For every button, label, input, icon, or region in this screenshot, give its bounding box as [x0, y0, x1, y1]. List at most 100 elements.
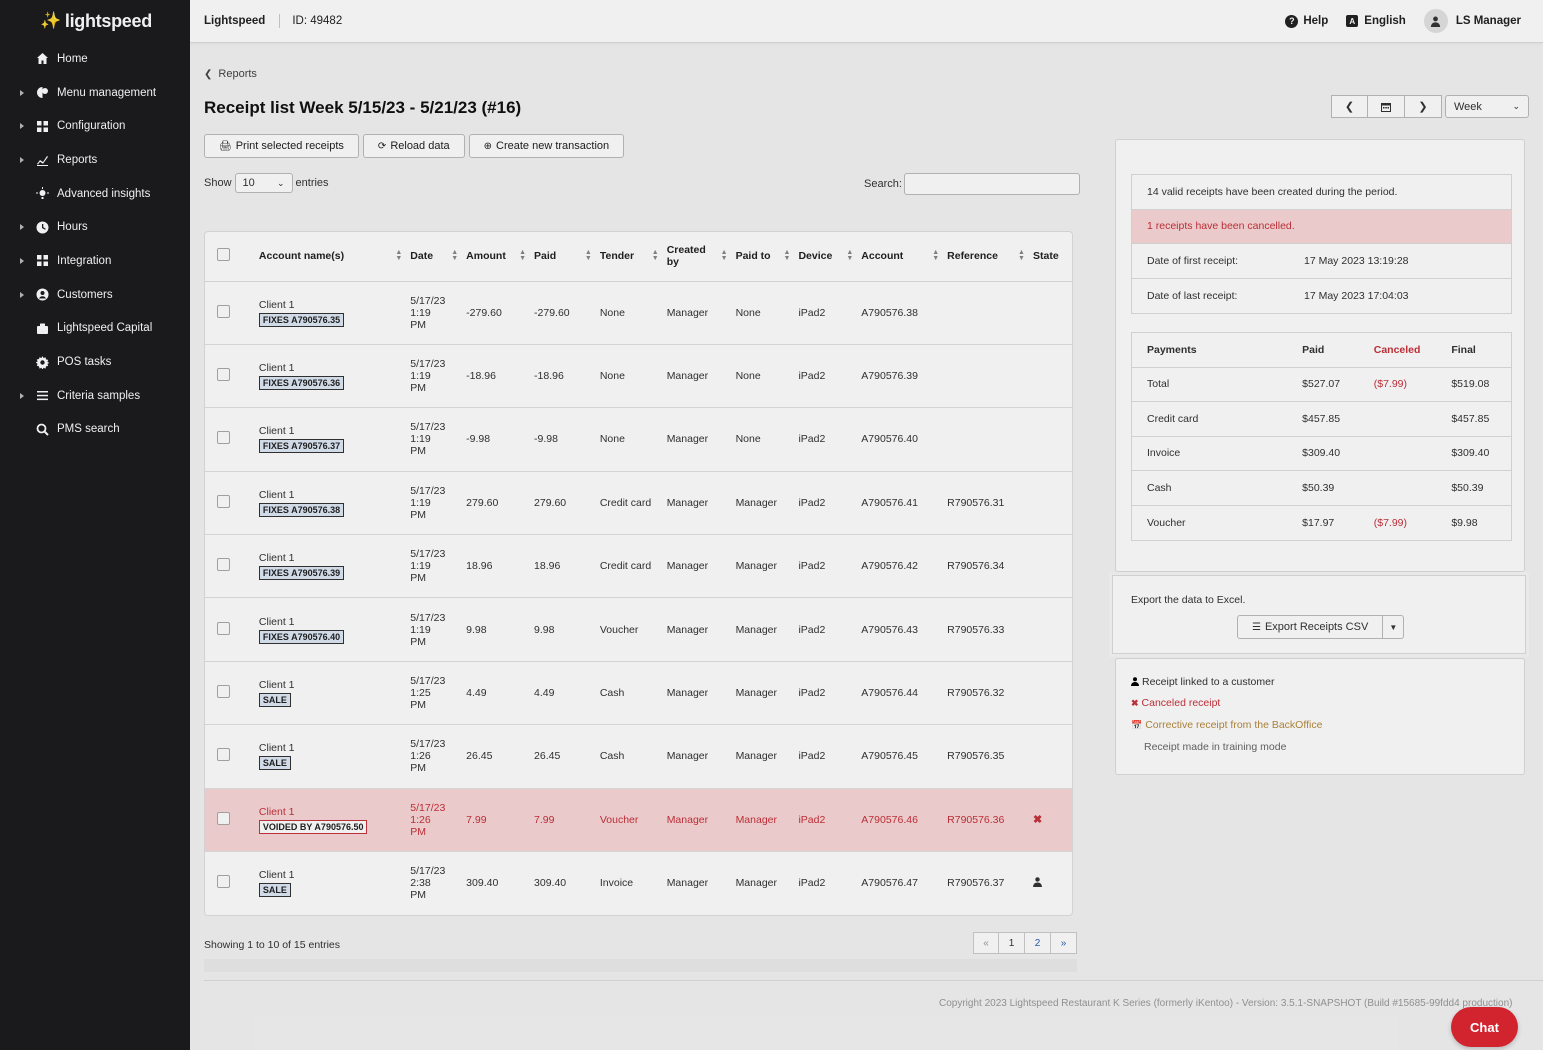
sidebar-item-pos-tasks[interactable]: POS tasks — [0, 345, 190, 379]
row-checkbox[interactable] — [217, 494, 230, 508]
next-period-button[interactable]: ❯ — [1405, 95, 1442, 118]
help-link[interactable]: ? Help — [1285, 14, 1328, 28]
column-header-account-name-s[interactable]: Account name(s) ▲ ▼ — [242, 232, 407, 282]
table-body: Client 1 FIXES A790576.35 5/17/23 1:19 PM -27… — [205, 281, 1072, 915]
horizontal-scrollbar[interactable] — [204, 959, 1077, 972]
lightspeed-logo[interactable]: ✨ lightspeed — [0, 0, 190, 42]
column-header-tender[interactable]: Tender ▲ ▼ — [595, 232, 663, 282]
row-select-cell — [205, 852, 243, 915]
row-select-cell — [205, 534, 243, 599]
calendar-button[interactable] — [1368, 95, 1405, 118]
table-row[interactable]: Client 1 SALE 5/17/23 1:25 PM 4.49 4.49 Cash Man… — [205, 661, 1072, 726]
sidebar-item-reports[interactable]: Reports — [0, 143, 190, 177]
paid-cell: 18.96 — [530, 534, 596, 599]
row-select-cell — [205, 597, 243, 662]
receipt-type-badge: FIXES A790576.36 — [258, 376, 345, 391]
home-icon — [35, 52, 49, 66]
export-dropdown-toggle[interactable]: ▼ — [1383, 615, 1405, 639]
row-checkbox[interactable] — [217, 558, 230, 572]
payment-row: Invoice $309.40 $309.40 — [1132, 437, 1511, 471]
row-checkbox[interactable] — [217, 368, 230, 382]
print-receipts-button[interactable]: 🖨 Print selected receipts — [204, 134, 359, 158]
page-link-2[interactable]: 2 — [1025, 932, 1051, 954]
breadcrumb[interactable]: ❮ Reports — [204, 68, 257, 80]
receipts-table: Account name(s) ▲ ▼ Date ▲ ▼ Amount ▲ ▼ Paid ▲ ▼ Ten… — [204, 231, 1073, 916]
expand-caret-icon — [20, 392, 24, 399]
sidebar-item-hours[interactable]: Hours — [0, 210, 190, 244]
row-select-cell — [205, 344, 243, 409]
column-header-account[interactable]: Account ▲ ▼ — [857, 232, 944, 282]
sidebar-item-configuration[interactable]: Configuration — [0, 109, 190, 143]
sidebar-item-home[interactable]: Home — [0, 42, 190, 76]
account-cell: A790576.42 — [857, 534, 944, 599]
tender-cell: Cash — [595, 724, 663, 789]
row-checkbox[interactable] — [217, 811, 230, 825]
table-row[interactable]: Client 1 FIXES A790576.38 5/17/23 1:19 PM 279… — [205, 471, 1072, 536]
sidebar-item-lightspeed-capital[interactable]: Lightspeed Capital — [0, 312, 190, 346]
device-cell: iPad2 — [794, 534, 858, 599]
table-row[interactable]: Client 1 SALE 5/17/23 2:38 PM 309.40 309.40 Inv… — [205, 852, 1072, 915]
entries-select[interactable]: 10 ⌄ — [234, 173, 293, 193]
table-row[interactable]: Client 1 FIXES A790576.36 5/17/23 1:19 PM -18… — [205, 344, 1072, 409]
table-row[interactable]: Client 1 FIXES A790576.35 5/17/23 1:19 PM -27… — [205, 281, 1072, 345]
legend-customer: Receipt linked to a customer — [1131, 676, 1274, 688]
column-header-reference[interactable]: Reference ▲ ▼ — [943, 232, 1029, 282]
column-header-amount[interactable]: Amount ▲ ▼ — [462, 232, 531, 282]
chat-button[interactable]: Chat — [1451, 1007, 1518, 1047]
sort-icon: ▲ ▼ — [720, 249, 728, 263]
first-receipt-row: Date of first receipt: 17 May 2023 13:19… — [1132, 244, 1511, 279]
table-row[interactable]: Client 1 FIXES A790576.39 5/17/23 1:19 PM 18.… — [205, 534, 1072, 599]
column-header-date[interactable]: Date ▲ ▼ — [406, 232, 463, 282]
row-checkbox[interactable] — [217, 304, 230, 318]
sort-icon: ▲ ▼ — [395, 249, 403, 263]
create-transaction-button[interactable]: ⊕ Create new transaction — [468, 134, 625, 158]
row-checkbox[interactable] — [217, 621, 230, 635]
topbar-brand[interactable]: Lightspeed — [204, 15, 265, 27]
sidebar-item-customers[interactable]: Customers — [0, 278, 190, 312]
period-select[interactable]: Week ⌄ — [1445, 95, 1529, 118]
reload-data-button[interactable]: ⟳ Reload data — [362, 134, 465, 158]
payment-row: Voucher $17.97 ($7.99) $9.98 — [1147, 516, 1478, 529]
reference-cell: R790576.34 — [943, 534, 1029, 599]
table-row[interactable]: Client 1 SALE 5/17/23 1:26 PM 26.45 26.45 Cash M… — [205, 724, 1072, 789]
language-selector[interactable]: A English — [1346, 15, 1406, 27]
account-name-cell: Client 1 SALE — [242, 661, 407, 726]
paid-to-cell: Manager — [731, 788, 795, 853]
sidebar-item-advanced-insights[interactable]: Advanced insights — [0, 177, 190, 211]
sort-icon: ▲ ▼ — [651, 249, 659, 263]
receipt-type-badge: SALE — [258, 883, 291, 898]
state-cell — [1028, 281, 1072, 345]
paid-to-cell: None — [731, 407, 795, 472]
row-checkbox[interactable] — [217, 748, 230, 762]
row-checkbox[interactable] — [217, 875, 230, 889]
row-checkbox[interactable] — [217, 431, 230, 445]
summary-panel: 14 valid receipts have been created duri… — [1115, 139, 1525, 572]
table-row[interactable]: Client 1 FIXES A790576.40 5/17/23 1:19 PM 9.9… — [205, 597, 1072, 662]
column-header-device[interactable]: Device ▲ ▼ — [794, 232, 858, 282]
column-header-paid[interactable]: Paid ▲ ▼ — [530, 232, 596, 282]
sidebar-item-menu-management[interactable]: Menu management — [0, 76, 190, 110]
column-header-state[interactable]: State — [1028, 232, 1072, 282]
state-cell — [1028, 724, 1072, 789]
table-row[interactable]: Client 1 VOIDED BY A790576.50 5/17/23 1:26 P… — [205, 788, 1072, 853]
table-row[interactable]: Client 1 FIXES A790576.37 5/17/23 1:19 PM -9.… — [205, 407, 1072, 472]
sidebar-item-pms-search[interactable]: PMS search — [0, 413, 190, 447]
device-cell: iPad2 — [798, 877, 826, 890]
select-all-checkbox[interactable] — [217, 248, 230, 262]
user-menu[interactable]: LS Manager — [1423, 9, 1521, 33]
paid-cell: 9.98 — [530, 597, 596, 662]
sidebar-item-criteria-samples[interactable]: Criteria samples — [0, 379, 190, 413]
search-input[interactable] — [903, 173, 1080, 195]
previous-period-button[interactable]: ❮ — [1331, 95, 1368, 118]
page-link-3[interactable]: » — [1051, 932, 1077, 954]
column-header-created-by[interactable]: Created by ▲ ▼ — [662, 232, 732, 282]
export-receipts-csv-button[interactable]: ☰ Export Receipts CSV — [1237, 615, 1384, 639]
footer-divider — [204, 980, 1543, 981]
page-link-0[interactable]: « — [973, 932, 999, 954]
column-header-paid-to[interactable]: Paid to ▲ ▼ — [731, 232, 795, 282]
row-checkbox[interactable] — [217, 685, 230, 699]
page-link-1[interactable]: 1 — [999, 932, 1025, 954]
entries-length-control: Show 10 ⌄ entries — [204, 173, 329, 193]
reference-cell — [943, 344, 1029, 409]
sidebar-item-integration[interactable]: Integration — [0, 244, 190, 278]
